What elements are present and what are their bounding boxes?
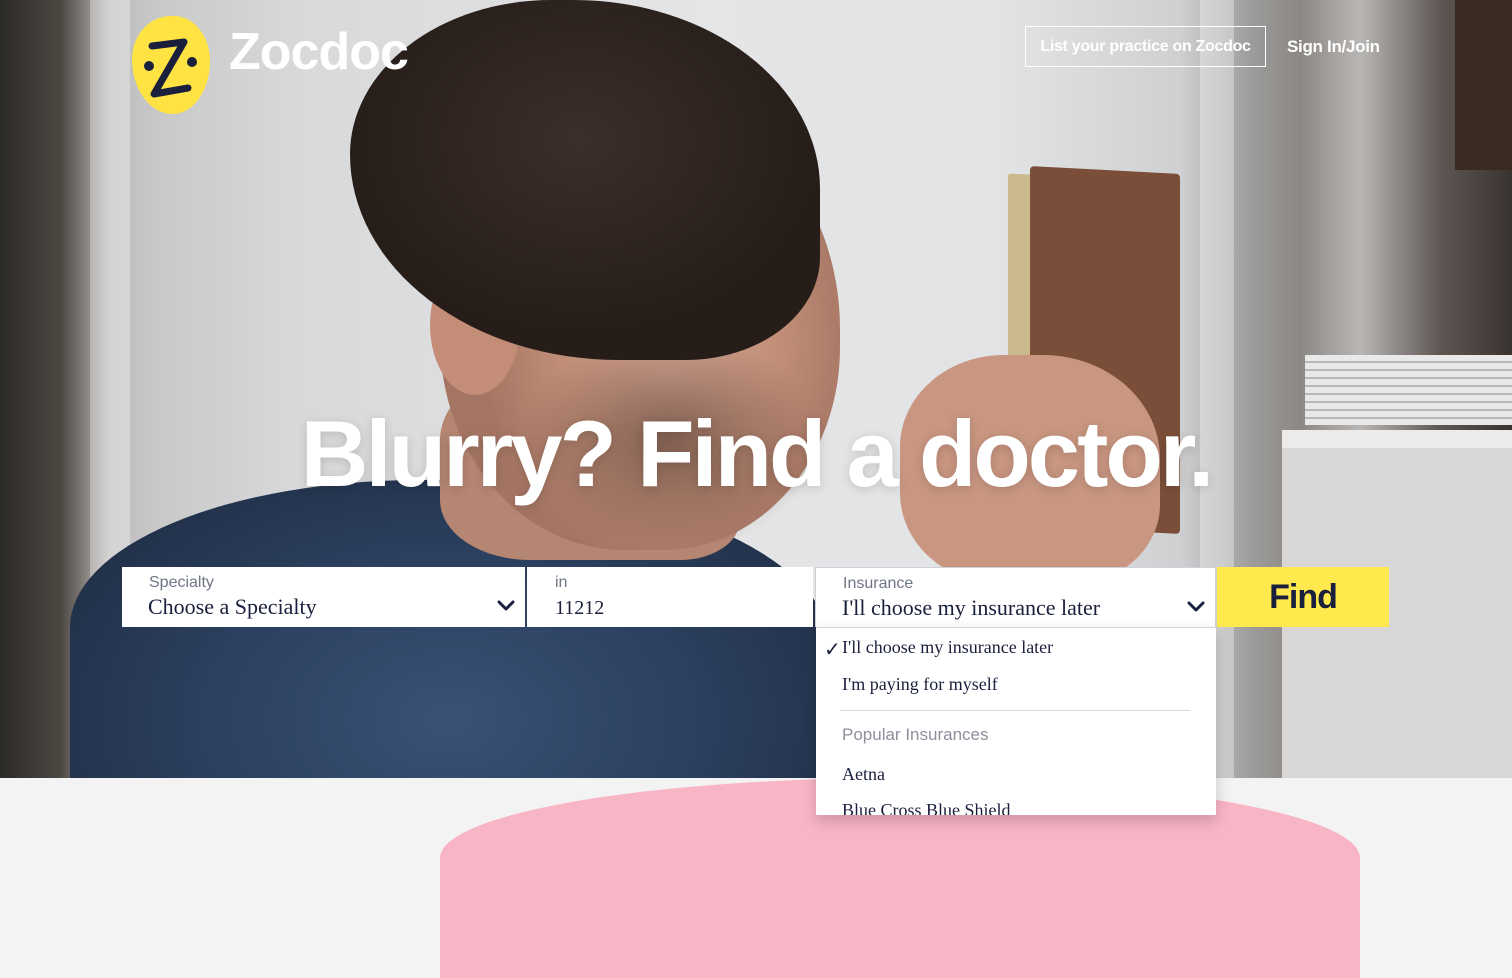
- person-hair: [350, 0, 820, 360]
- location-label: in: [555, 574, 568, 591]
- list-practice-button[interactable]: List your practice on Zocdoc: [1025, 26, 1266, 67]
- insurance-option[interactable]: Aetna: [842, 764, 885, 785]
- insurance-option[interactable]: I'll choose my insurance later: [842, 637, 1053, 658]
- hero-headline: Blurry? Find a doctor.: [300, 401, 1215, 506]
- checkmark-icon: ✓: [824, 639, 841, 661]
- background-frame: [1455, 0, 1512, 170]
- hero-background: [0, 0, 1512, 778]
- find-button[interactable]: Find: [1217, 567, 1389, 627]
- insurance-option[interactable]: I'm paying for myself: [842, 674, 998, 695]
- location-input[interactable]: in 11212: [527, 567, 813, 627]
- sign-in-link[interactable]: Sign In/Join: [1287, 37, 1380, 57]
- location-value: 11212: [555, 597, 605, 619]
- specialty-label: Specialty: [149, 574, 214, 591]
- insurance-select[interactable]: Insurance I'll choose my insurance later: [815, 567, 1216, 627]
- chevron-down-icon: [1187, 601, 1205, 612]
- insurance-dropdown[interactable]: ✓ I'll choose my insurance later I'm pay…: [816, 627, 1216, 815]
- popular-insurances-header: Popular Insurances: [842, 725, 989, 744]
- zocdoc-logo-icon[interactable]: [132, 16, 210, 114]
- brand-name[interactable]: Zocdoc: [229, 22, 409, 82]
- chevron-down-icon: [497, 600, 515, 611]
- insurance-label: Insurance: [843, 575, 914, 592]
- insurance-option[interactable]: Blue Cross Blue Shield: [842, 800, 1011, 815]
- specialty-value: Choose a Specialty: [148, 594, 317, 619]
- dropdown-divider: [840, 710, 1190, 711]
- specialty-select[interactable]: Specialty Choose a Specialty: [122, 567, 525, 627]
- insurance-value: I'll choose my insurance later: [842, 595, 1101, 620]
